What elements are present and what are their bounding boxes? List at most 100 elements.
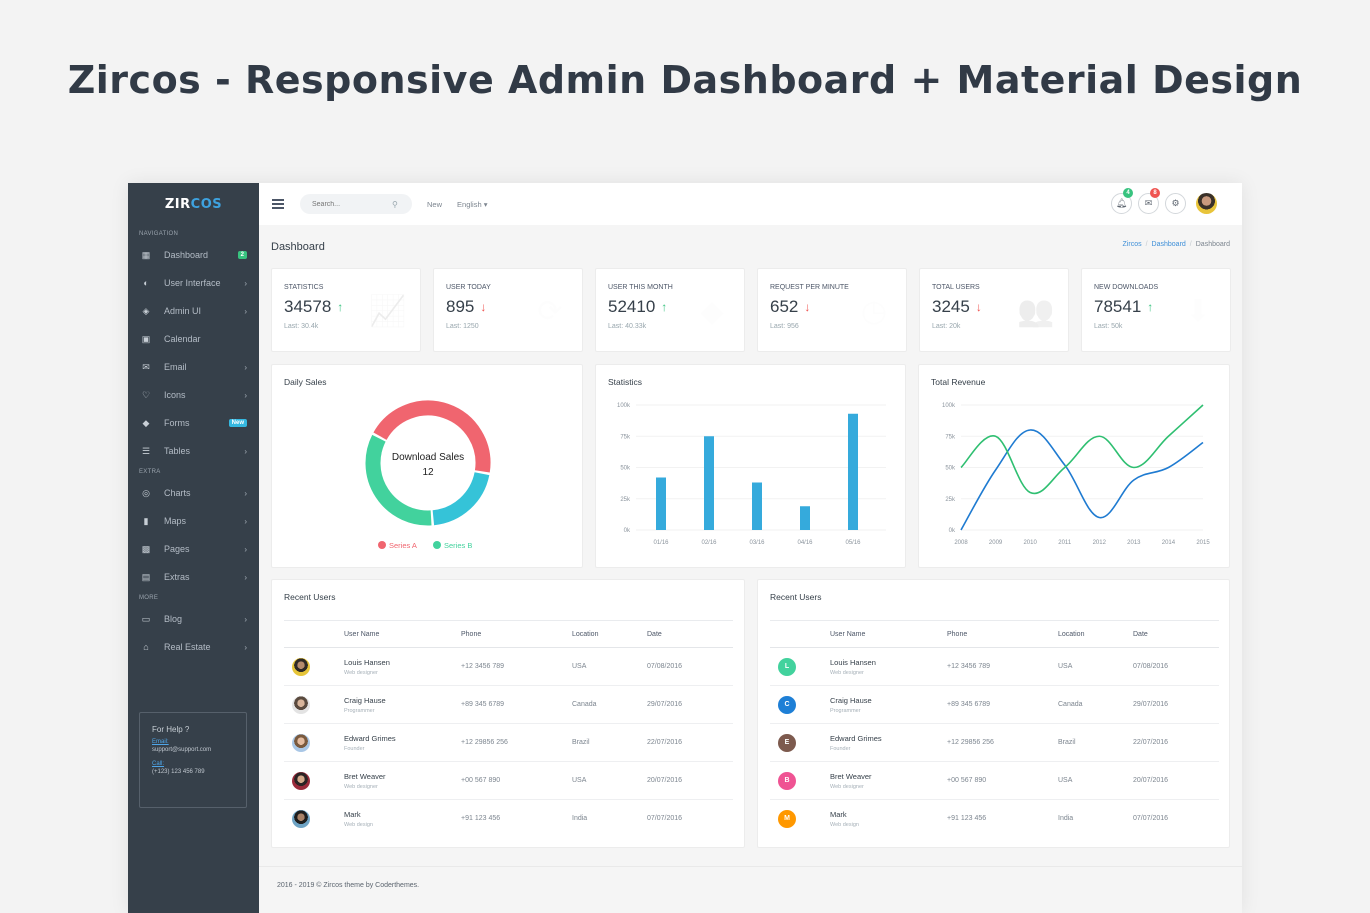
legend-label[interactable]: Series A <box>389 541 417 550</box>
table-row[interactable]: MarkWeb design+91 123 456India07/07/2016 <box>284 800 733 838</box>
line-series-1[interactable] <box>961 430 1203 530</box>
table-row[interactable]: Craig HauseProgrammer+89 345 6789Canada2… <box>284 686 733 724</box>
donut-slice-2[interactable] <box>433 474 482 518</box>
notifications-button[interactable]: 🔔︎ 4 <box>1111 193 1132 214</box>
donut-slice-3[interactable] <box>373 438 431 518</box>
sidebar-item-forms[interactable]: ◆FormsNew <box>128 409 259 437</box>
user-name[interactable]: Louis Hansen <box>830 658 947 667</box>
sidebar-item-label: Charts <box>164 488 244 498</box>
table-row[interactable]: EEdward GrimesFounder+12 29856 256Brazil… <box>770 724 1219 762</box>
avatar-cell: M <box>770 800 830 838</box>
table-row[interactable]: Louis HansenWeb designer+12 3456 789USA0… <box>284 648 733 686</box>
settings-button[interactable]: ⚙ <box>1165 193 1186 214</box>
phone-cell: +12 3456 789 <box>947 648 1058 686</box>
user-avatar[interactable] <box>292 696 310 714</box>
donut-chart: Download Sales12Series ASeries B <box>272 365 584 569</box>
x-tick-label: 2009 <box>989 540 1003 546</box>
chevron-right-icon: › <box>244 545 247 554</box>
x-tick-label: 2013 <box>1127 540 1141 546</box>
table-row[interactable]: BBret WeaverWeb designer+00 567 890USA20… <box>770 762 1219 800</box>
sidebar-item-dashboard[interactable]: ▦Dashboard2 <box>128 241 259 269</box>
recent-users-card-letters: Recent Users User NamePhoneLocationDateL… <box>757 579 1230 848</box>
sidebar-item-charts[interactable]: ◎Charts› <box>128 479 259 507</box>
sidebar-item-calendar[interactable]: ▣Calendar <box>128 325 259 353</box>
sidebar-item-email[interactable]: ✉Email› <box>128 353 259 381</box>
sidebar-item-maps[interactable]: ▮Maps› <box>128 507 259 535</box>
sidebar-item-user-interface[interactable]: ◐User Interface› <box>128 269 259 297</box>
sidebar-item-label: Icons <box>164 390 244 400</box>
user-name[interactable]: Louis Hansen <box>344 658 461 667</box>
date-cell: 22/07/2016 <box>647 724 733 762</box>
user-avatar[interactable]: B <box>778 772 796 790</box>
table-row[interactable]: LLouis HansenWeb designer+12 3456 789USA… <box>770 648 1219 686</box>
logo[interactable]: ZIRCOS <box>128 183 259 225</box>
user-name[interactable]: Craig Hause <box>344 696 461 705</box>
sidebar-item-pages[interactable]: ▩Pages› <box>128 535 259 563</box>
sidebar-item-blog[interactable]: ▭Blog› <box>128 605 259 633</box>
legend-label[interactable]: Series B <box>444 541 472 550</box>
new-link[interactable]: New <box>427 200 442 209</box>
user-avatar[interactable] <box>292 658 310 676</box>
stat-value: 34578 <box>284 297 331 317</box>
user-name[interactable]: Bret Weaver <box>344 772 461 781</box>
table-row[interactable]: MMarkWeb design+91 123 456India07/07/201… <box>770 800 1219 838</box>
sidebar-item-icons[interactable]: ♡Icons› <box>128 381 259 409</box>
user-avatar[interactable] <box>292 810 310 828</box>
breadcrumb-zircos[interactable]: Zircos <box>1123 241 1142 248</box>
sidebar-item-real-estate[interactable]: ⌂Real Estate› <box>128 633 259 661</box>
sidebar-item-admin-ui[interactable]: ◈Admin UI› <box>128 297 259 325</box>
search-icon[interactable]: ⚲ <box>392 200 398 209</box>
user-avatar[interactable] <box>292 772 310 790</box>
date-cell: 20/07/2016 <box>647 762 733 800</box>
column-header: Date <box>1133 621 1219 648</box>
logo-part1: ZIR <box>165 197 191 212</box>
line-series-2[interactable] <box>961 405 1203 493</box>
total-revenue-card: Total Revenue 0k25k50k75k100k20082009201… <box>918 364 1230 568</box>
bar-04/16[interactable] <box>800 506 810 530</box>
language-dropdown[interactable]: English ▾ <box>457 200 487 209</box>
user-name[interactable]: Edward Grimes <box>344 734 461 743</box>
bar-02/16[interactable] <box>704 436 714 530</box>
user-avatar[interactable]: M <box>778 810 796 828</box>
location-cell: India <box>572 800 647 838</box>
sidebar-item-tables[interactable]: ☰Tables› <box>128 437 259 465</box>
table-row[interactable]: Bret WeaverWeb designer+00 567 890USA20/… <box>284 762 733 800</box>
user-avatar[interactable]: E <box>778 734 796 752</box>
user-name[interactable]: Edward Grimes <box>830 734 947 743</box>
stat-label: USER THIS MONTH <box>608 284 732 291</box>
breadcrumb-dashboard[interactable]: Dashboard <box>1152 241 1186 248</box>
sidebar-nav: NAVIGATION▦Dashboard2◐User Interface›◈Ad… <box>128 227 259 661</box>
statistics-card: Statistics 0k25k50k75k100k01/1602/1603/1… <box>595 364 906 568</box>
stat-card-user-today: USER TODAY895↓Last: 1250⟳ <box>433 268 583 352</box>
help-email[interactable]: support@support.com <box>152 747 234 753</box>
user-name[interactable]: Mark <box>344 810 461 819</box>
bar-01/16[interactable] <box>656 478 666 531</box>
table-row[interactable]: CCraig HauseProgrammer+89 345 6789Canada… <box>770 686 1219 724</box>
date-cell: 29/07/2016 <box>647 686 733 724</box>
user-name[interactable]: Mark <box>830 810 947 819</box>
user-name[interactable]: Craig Hause <box>830 696 947 705</box>
user-name[interactable]: Bret Weaver <box>830 772 947 781</box>
bar-03/16[interactable] <box>752 483 762 531</box>
help-phone[interactable]: (+123) 123 456 789 <box>152 769 234 775</box>
x-tick-label: 01/16 <box>653 540 669 546</box>
user-role: Web designer <box>344 784 461 790</box>
stat-label: REQUEST PER MINUTE <box>770 284 894 291</box>
user-avatar[interactable]: C <box>778 696 796 714</box>
bar-05/16[interactable] <box>848 414 858 530</box>
user-avatar[interactable] <box>292 734 310 752</box>
sidebar-item-extras[interactable]: ▤Extras› <box>128 563 259 591</box>
location-cell: USA <box>1058 648 1133 686</box>
messages-button[interactable]: ✉ 8 <box>1138 193 1159 214</box>
search-input[interactable] <box>312 201 392 208</box>
x-tick-label: 2011 <box>1058 540 1072 546</box>
user-avatar[interactable] <box>1196 193 1217 214</box>
user-avatar[interactable]: L <box>778 658 796 676</box>
menu-toggle-icon[interactable] <box>272 199 284 209</box>
chevron-right-icon: › <box>244 615 247 624</box>
layers-icon: ◆ <box>692 293 732 329</box>
table-row[interactable]: Edward GrimesFounder+12 29856 256Brazil2… <box>284 724 733 762</box>
nav-section-title: MORE <box>128 591 259 605</box>
x-tick-label: 02/16 <box>701 540 717 546</box>
breadcrumb-current: Dashboard <box>1196 241 1230 248</box>
